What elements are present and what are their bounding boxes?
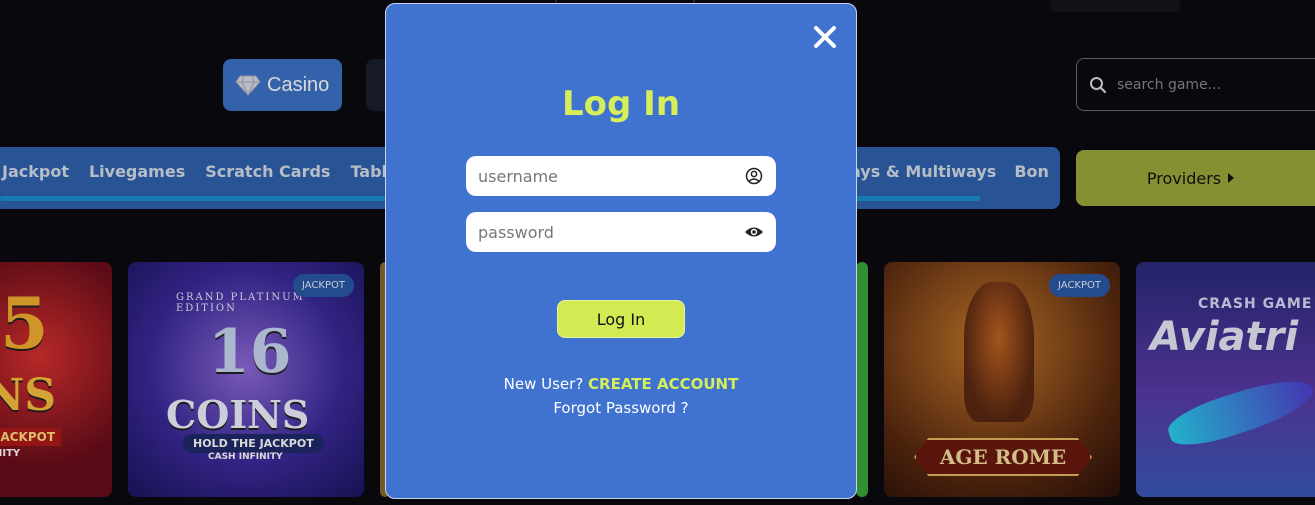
username-input[interactable] — [478, 166, 744, 186]
user-circle-icon — [744, 166, 764, 186]
modal-title: Log In — [561, 84, 681, 124]
create-account-link[interactable]: CREATE ACCOUNT — [588, 375, 738, 393]
username-field[interactable] — [466, 156, 776, 196]
eye-icon[interactable] — [744, 222, 764, 242]
forgot-password-link[interactable]: Forgot Password ? — [386, 396, 856, 420]
auth-links: New User? CREATE ACCOUNT Forgot Password… — [386, 372, 856, 420]
new-user-line: New User? CREATE ACCOUNT — [386, 372, 856, 396]
close-button[interactable] — [812, 24, 838, 50]
password-input[interactable] — [478, 222, 744, 242]
login-modal: Log In Log In New User? CREATE ACCOUNT F… — [385, 3, 857, 499]
close-icon — [814, 26, 836, 48]
new-user-text: New User? — [503, 375, 589, 393]
password-field[interactable] — [466, 212, 776, 252]
login-button[interactable]: Log In — [557, 300, 685, 338]
